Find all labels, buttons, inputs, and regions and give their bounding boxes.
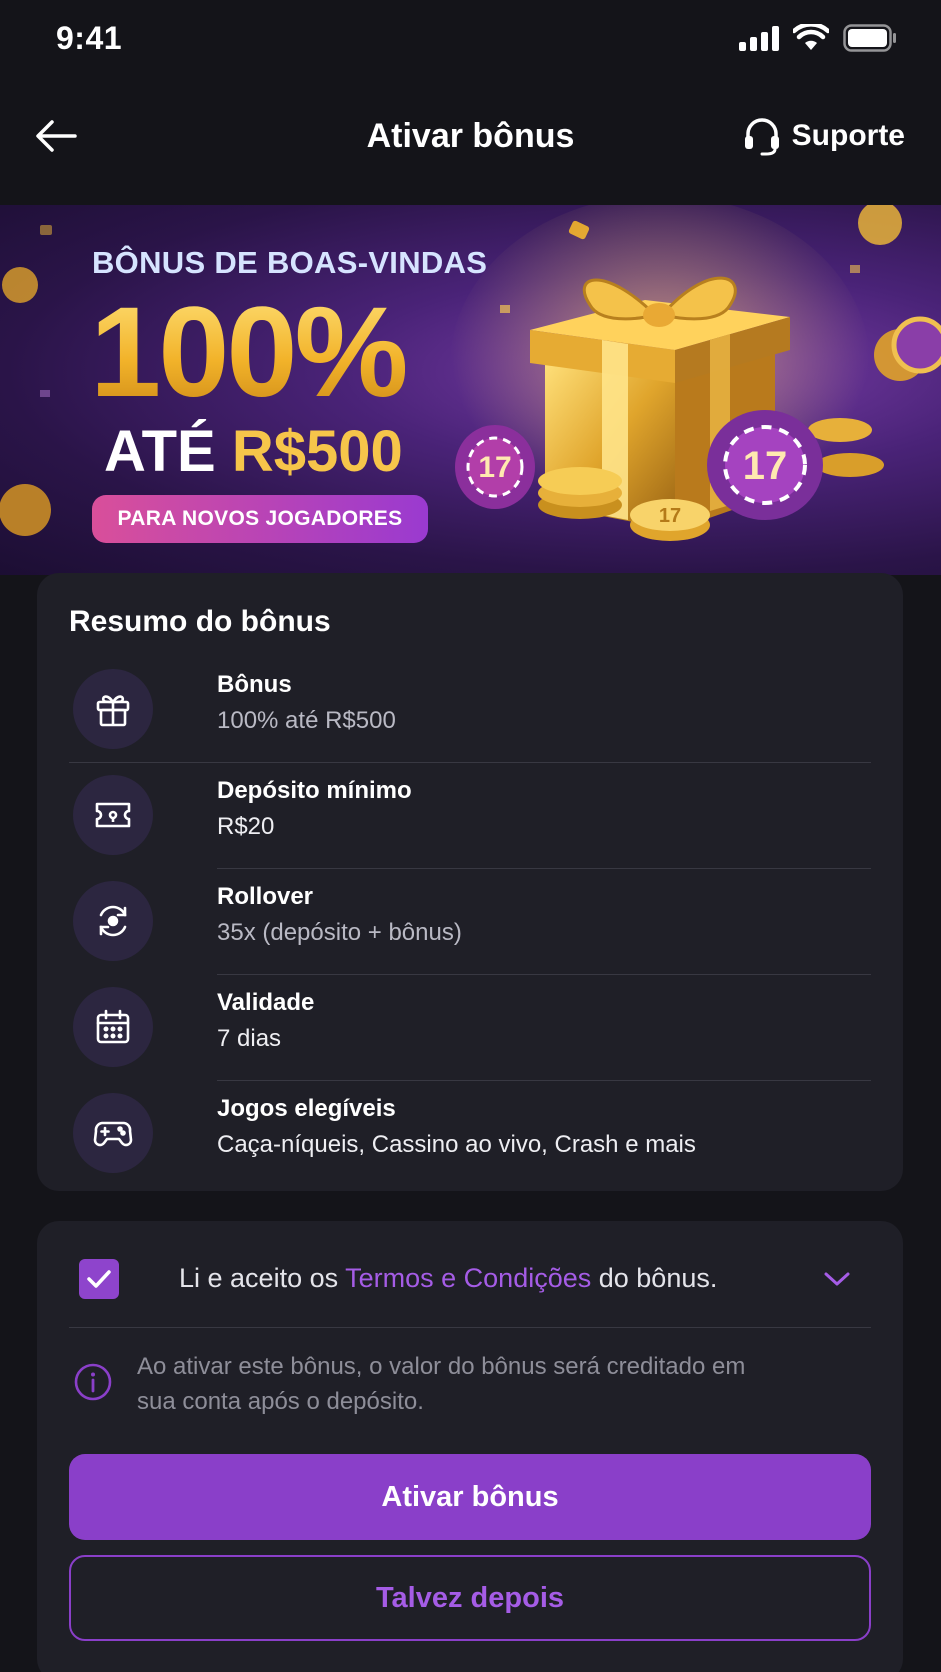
terms-text: Li e aceito os Termos e Condições do bôn… bbox=[179, 1263, 717, 1294]
info-icon bbox=[74, 1363, 112, 1401]
row-label: Jogos elegíveis bbox=[217, 1095, 396, 1122]
poker-chip-left: 17 bbox=[455, 425, 535, 509]
status-bar: 9:41 bbox=[0, 0, 941, 80]
summary-row-validity: Validade 7 dias bbox=[69, 975, 871, 1081]
gift-box-illustration: 17 17 17 bbox=[450, 205, 941, 541]
row-value: 100% até R$500 bbox=[217, 707, 396, 734]
row-value: 7 dias bbox=[217, 1025, 282, 1052]
banner-kicker: BÔNUS DE BOAS-VINDAS bbox=[92, 245, 488, 280]
row-label: Rollover bbox=[217, 883, 314, 910]
banner-headline: 100% bbox=[90, 281, 408, 424]
status-time: 9:41 bbox=[56, 20, 123, 56]
banner-new-players-pill: PARA NOVOS JOGADORES bbox=[92, 495, 428, 543]
terms-suffix: do bônus. bbox=[591, 1263, 718, 1293]
battery-icon bbox=[843, 24, 896, 52]
welcome-bonus-banner: BÔNUS DE BOAS-VINDAS 100% ATÉ R$500 PARA… bbox=[0, 205, 941, 575]
terms-conditions-link[interactable]: Termos e Condições bbox=[345, 1263, 591, 1293]
cellular-signal-icon bbox=[739, 25, 779, 51]
poker-chip-left-number: 17 bbox=[478, 451, 511, 484]
rollover-icon bbox=[73, 881, 153, 961]
summary-title: Resumo do bônus bbox=[69, 605, 331, 638]
summary-row-eligible-games: Jogos elegíveis Caça-níqueis, Cassino ao… bbox=[69, 1081, 871, 1187]
deposit-ticket-icon bbox=[73, 775, 153, 855]
headset-icon bbox=[744, 118, 779, 156]
banner-upto-amount: R$500 bbox=[231, 419, 403, 484]
status-icons bbox=[739, 24, 897, 52]
summary-row-bonus: Bônus 100% até R$500 bbox=[69, 657, 871, 763]
maybe-later-button[interactable]: Talvez depois bbox=[69, 1555, 871, 1641]
chevron-down-icon bbox=[824, 1272, 850, 1286]
calendar-icon bbox=[73, 987, 153, 1067]
summary-row-rollover: Rollover 35x (depósito + bônus) bbox=[69, 869, 871, 975]
banner-coin-number: 17 bbox=[659, 505, 681, 527]
activate-bonus-button[interactable]: Ativar bônus bbox=[69, 1454, 871, 1540]
info-text: Ao ativar este bônus, o valor do bônus s… bbox=[137, 1353, 746, 1415]
support-label: Suporte bbox=[791, 119, 905, 152]
bonus-summary-card: Resumo do bônus Bônus 100% até R$500 Dep… bbox=[37, 573, 903, 1191]
row-label: Depósito mínimo bbox=[217, 777, 412, 804]
terms-checkbox[interactable] bbox=[79, 1259, 119, 1299]
gift-icon bbox=[73, 669, 153, 749]
app-header: Ativar bônus Suporte bbox=[0, 80, 941, 205]
row-value: 35x (depósito + bônus) bbox=[217, 919, 462, 946]
gamepad-icon bbox=[73, 1093, 153, 1173]
support-button[interactable]: Suporte bbox=[742, 110, 905, 162]
banner-upto: ATÉ R$500 bbox=[104, 417, 403, 487]
poker-chip-right: 17 bbox=[707, 410, 823, 520]
row-label: Validade bbox=[217, 989, 315, 1016]
row-value: R$20 bbox=[217, 813, 275, 840]
wifi-icon bbox=[793, 24, 829, 50]
terms-expand-button[interactable] bbox=[819, 1261, 855, 1297]
row-value: Caça-níqueis, Cassino ao vivo, Crash e m… bbox=[217, 1131, 696, 1158]
banner-upto-prefix: ATÉ bbox=[104, 419, 216, 484]
terms-prefix: Li e aceito os bbox=[179, 1263, 346, 1293]
checkmark-icon bbox=[87, 1270, 111, 1288]
summary-row-min-deposit: Depósito mínimo R$20 bbox=[69, 763, 871, 869]
row-label: Bônus bbox=[217, 671, 292, 698]
terms-accept-row[interactable]: Li e aceito os Termos e Condições do bôn… bbox=[69, 1221, 871, 1328]
poker-chip-right-number: 17 bbox=[743, 444, 788, 488]
terms-card: Li e aceito os Termos e Condições do bôn… bbox=[37, 1221, 903, 1672]
